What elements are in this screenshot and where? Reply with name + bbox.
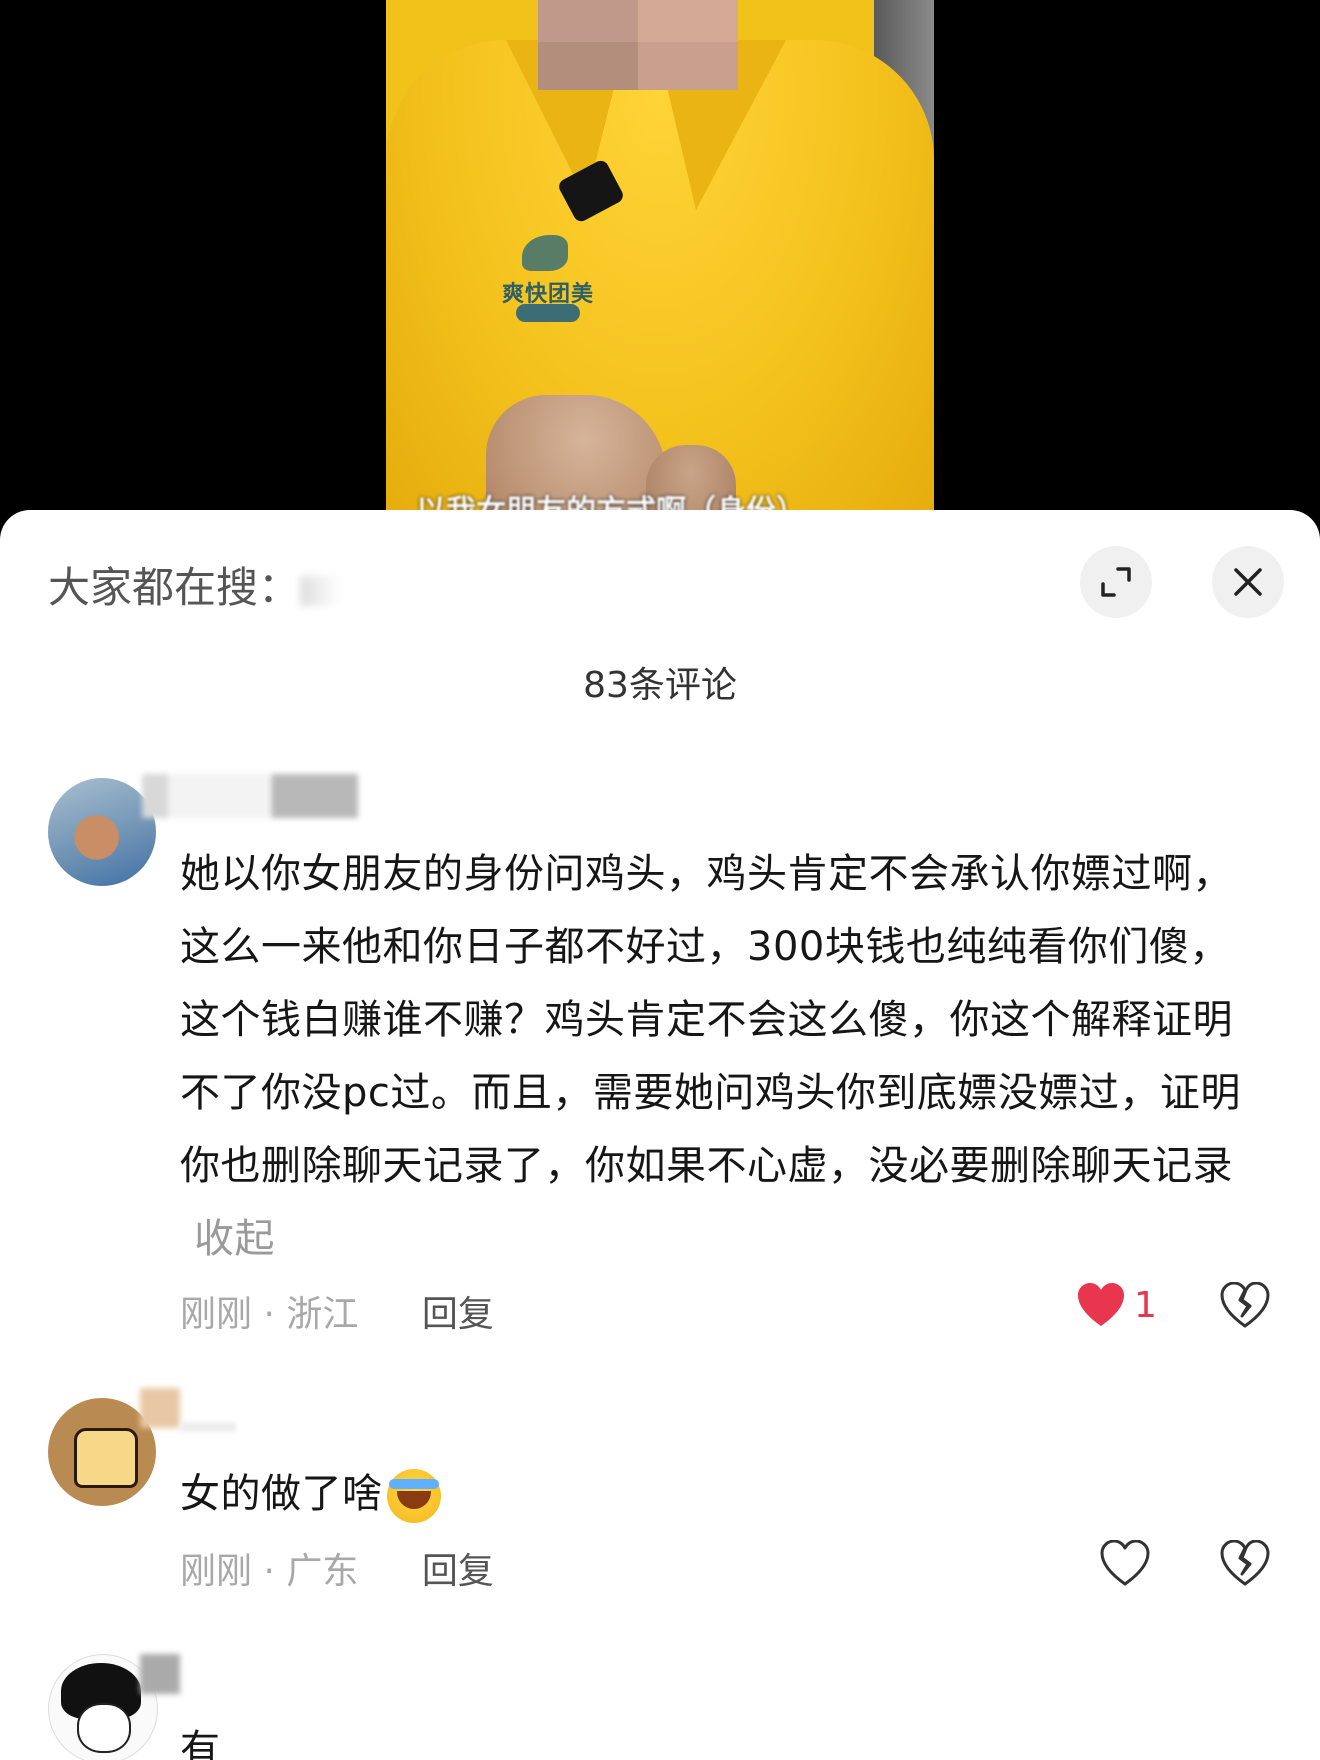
comment-text: 有	[180, 1714, 1250, 1760]
shirt-logo-badge	[516, 304, 580, 322]
video-player[interactable]: 爽快团美 以我女朋友的方式啊（身份）	[386, 0, 934, 540]
username-blurred[interactable]	[140, 1388, 180, 1428]
comment-text: 她以你女朋友的身份问鸡头，鸡头肯定不会承认你嫖过啊，这么一来他和你日子都不好过，…	[180, 838, 1250, 1276]
search-hint[interactable]: 大家都在搜：	[48, 554, 341, 615]
comment-body: 有	[180, 1727, 221, 1760]
expand-icon	[1101, 567, 1131, 597]
comment-location: 浙江	[286, 1294, 359, 1335]
comment-body: 女的做了啥	[180, 1471, 383, 1517]
search-hint-label: 大家都在搜：	[48, 563, 301, 612]
username-blurred	[180, 1422, 236, 1432]
comment-location: 广东	[286, 1551, 359, 1592]
close-icon	[1234, 568, 1262, 596]
screen: 爽快团美 以我女朋友的方式啊（身份） 大家都在搜： 83条评论 她以你女朋友的身…	[0, 0, 1320, 1760]
comment-count: 83条评论	[583, 665, 737, 706]
comment-time: 刚刚	[180, 1294, 253, 1335]
comment-body: 她以你女朋友的身份问鸡头，鸡头肯定不会承认你嫖过啊，这么一来他和你日子都不好过，…	[180, 851, 1241, 1189]
reply-button[interactable]: 回复	[422, 1294, 494, 1335]
close-button[interactable]	[1212, 546, 1284, 618]
dislike-button[interactable]	[1220, 1281, 1270, 1332]
broken-heart-icon	[1220, 1539, 1270, 1586]
expand-button[interactable]	[1080, 546, 1152, 618]
comment-text: 女的做了啥	[180, 1458, 1250, 1531]
like-count: 1	[1134, 1284, 1157, 1326]
username-blurred[interactable]	[140, 1654, 180, 1694]
collapse-link[interactable]: 收起	[194, 1216, 275, 1262]
comment-panel: 大家都在搜： 83条评论 她以你女朋友的身份问鸡头，鸡头肯定不会承认你嫖过啊，这…	[0, 510, 1320, 1760]
search-hint-blurred	[300, 575, 341, 606]
reply-button[interactable]: 回复	[422, 1551, 494, 1592]
heart-icon	[1078, 1283, 1124, 1326]
comment-time: 刚刚	[180, 1551, 253, 1592]
broken-heart-icon	[1220, 1281, 1270, 1328]
laughing-crying-emoji-icon	[386, 1469, 441, 1523]
like-button[interactable]	[1100, 1540, 1150, 1586]
comment-meta: 刚刚 · 浙江 回复	[180, 1294, 494, 1335]
like-button[interactable]: 1	[1076, 1282, 1157, 1328]
avatar[interactable]	[48, 778, 156, 886]
comment-meta: 刚刚 · 广东 回复	[180, 1551, 494, 1592]
dislike-button[interactable]	[1220, 1539, 1270, 1590]
heart-icon	[1100, 1540, 1150, 1586]
pixelated-face	[538, 42, 738, 90]
username-blurred[interactable]	[142, 774, 358, 818]
